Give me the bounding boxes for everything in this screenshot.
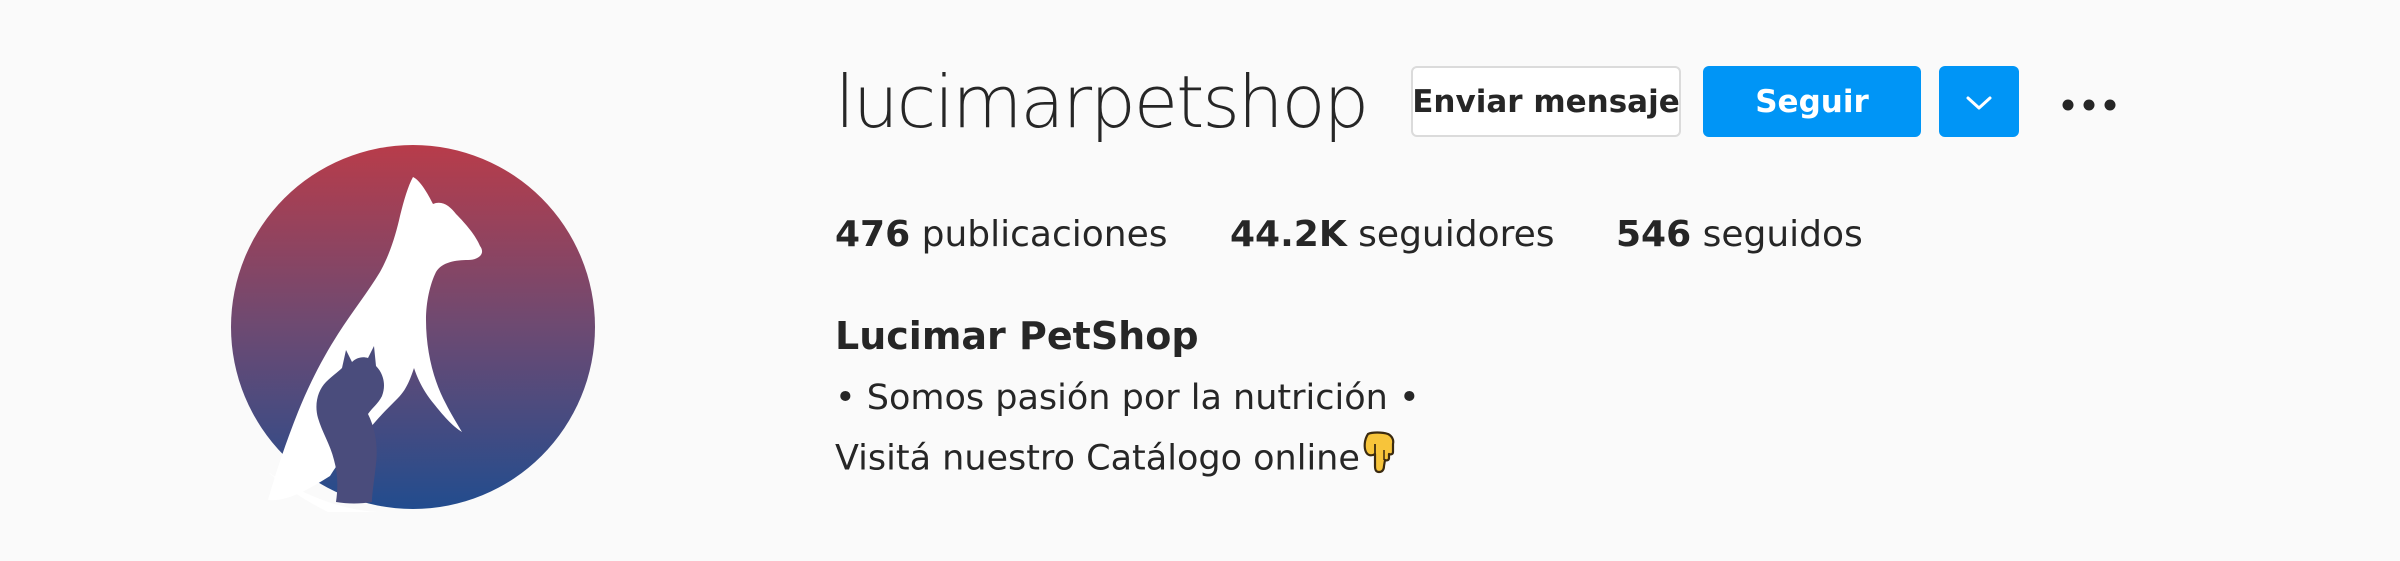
backhand-index-pointing-down-icon — [1362, 430, 1400, 489]
profile-username: lucimarpetshop — [835, 60, 1369, 144]
send-message-label: Enviar mensaje — [1412, 83, 1680, 120]
stat-following-value: 546 — [1616, 214, 1692, 255]
stat-posts-value: 476 — [835, 214, 911, 255]
stat-followers-value: 44.2K — [1230, 214, 1347, 255]
more-options-icon — [2061, 84, 2117, 120]
suggestions-dropdown-button[interactable] — [1939, 66, 2019, 137]
stat-following[interactable]: 546 seguidos — [1616, 210, 1863, 260]
stat-followers-label: seguidores — [1358, 214, 1555, 255]
more-options-button[interactable] — [2057, 84, 2121, 120]
stat-following-label: seguidos — [1702, 214, 1863, 255]
chevron-down-icon — [1965, 84, 1993, 120]
follow-label: Seguir — [1755, 83, 1869, 120]
bio-line: • Somos pasión por la nutrición • — [835, 378, 1420, 418]
profile-avatar[interactable] — [228, 142, 598, 512]
follow-button[interactable]: Seguir — [1703, 66, 1921, 137]
stat-posts-label: publicaciones — [921, 214, 1168, 255]
stat-followers[interactable]: 44.2K seguidores — [1230, 210, 1555, 260]
stat-posts[interactable]: 476 publicaciones — [835, 210, 1168, 260]
profile-display-name: Lucimar PetShop — [835, 314, 1199, 358]
bio-line-catalog: Visitá nuestro Catálogo online — [835, 430, 1400, 489]
bio-line: Visitá nuestro Catálogo online — [835, 438, 1360, 479]
pet-logo-icon — [231, 145, 595, 512]
send-message-button[interactable]: Enviar mensaje — [1411, 66, 1681, 137]
profile-header: lucimarpetshop Enviar mensaje Seguir 476… — [835, 0, 2235, 561]
